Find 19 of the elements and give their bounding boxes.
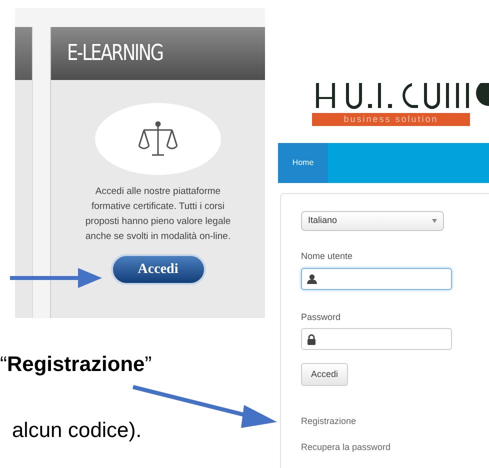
- link[interactable]: Registrazione: [301, 415, 391, 428]
- accedi-button[interactable]: Accedi: [301, 363, 348, 386]
- scales-icon: [138, 120, 178, 158]
- username-field[interactable]: [301, 268, 452, 290]
- card-description: Accedi alle nostre piattaforme formative certificate. Tutti i corsi proposti hanno pieno valore legale anche se svolti in modalità on-line.: [84, 185, 232, 244]
- document-text: alcun codice).: [12, 418, 142, 444]
- user-icon: [307, 274, 317, 284]
- language-select[interactable]: Italiano: [301, 211, 444, 231]
- lock-icon: [307, 334, 316, 344]
- password-field[interactable]: [301, 328, 452, 350]
- nav-tab[interactable]: Home: [278, 143, 328, 183]
- field-label: Password: [301, 310, 342, 324]
- logo-tagline: business solution: [342, 113, 440, 126]
- accedi-button[interactable]: Accedi: [110, 254, 206, 285]
- field-label: Nome utente: [301, 250, 354, 263]
- document-text: “Registrazione”: [0, 352, 152, 378]
- caret-icon: [432, 219, 437, 223]
- link[interactable]: Recupera la password: [301, 440, 391, 454]
- card-title: E-LEARNING: [67, 40, 163, 68]
